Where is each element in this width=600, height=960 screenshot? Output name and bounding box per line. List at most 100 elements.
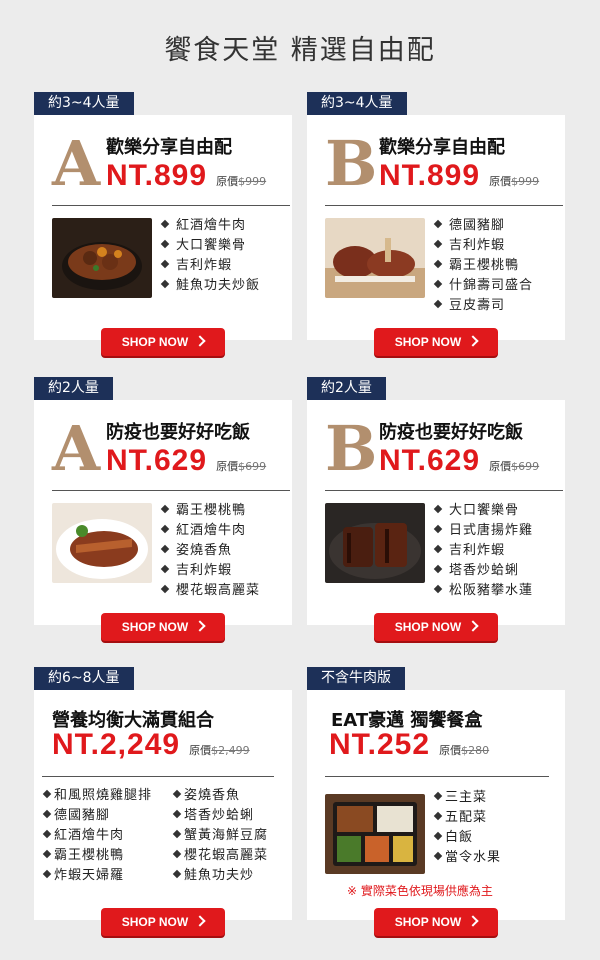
diamond-bullet-icon xyxy=(433,851,443,860)
diamond-bullet-icon xyxy=(160,279,170,288)
original-price: $2,499 xyxy=(211,744,250,757)
diamond-bullet-icon xyxy=(172,829,182,838)
menu-item-list: 三主菜 五配菜 白飯 當令水果 xyxy=(433,788,501,868)
chevron-right-icon xyxy=(194,335,206,347)
set-card-b-3-4: 約3~4人量 B 歡樂分享自由配 NT.899 原價$999 德國豬腳 吉利炸蝦… xyxy=(307,92,565,340)
menu-item: 什錦壽司盛合 xyxy=(433,276,533,296)
menu-item: 大口饗樂骨 xyxy=(160,236,260,256)
menu-item: 吉利炸蝦 xyxy=(433,541,533,561)
original-price-label: 原價 xyxy=(489,175,512,188)
menu-item-list: 德國豬腳 吉利炸蝦 霸王櫻桃鴨 什錦壽司盛合 豆皮壽司 xyxy=(433,216,533,316)
diamond-bullet-icon xyxy=(433,811,443,820)
divider xyxy=(52,490,290,491)
menu-item: 櫻花蝦高麗菜 xyxy=(160,581,260,601)
shop-now-button[interactable]: SHOP NOW xyxy=(101,908,225,936)
menu-item: 炸蝦天婦羅 xyxy=(42,866,152,886)
set-card-bento: 不含牛肉版 EAT豪邁 獨饗餐盒 NT.252 原價$280 三主菜 五配菜 白… xyxy=(307,667,565,920)
original-price: $280 xyxy=(461,744,490,757)
serving-tag: 約3~4人量 xyxy=(34,92,134,115)
original-price: $999 xyxy=(511,175,540,188)
menu-item: 紅酒燴牛肉 xyxy=(42,826,152,846)
diamond-bullet-icon xyxy=(172,849,182,858)
menu-item-list-left: 和風照燒雞腿排 德國豬腳 紅酒燴牛肉 霸王櫻桃鴨 炸蝦天婦羅 xyxy=(42,786,152,886)
menu-item: 紅酒燴牛肉 xyxy=(160,521,260,541)
diamond-bullet-icon xyxy=(42,789,52,798)
original-price-label: 原價 xyxy=(216,460,239,473)
shop-now-button[interactable]: SHOP NOW xyxy=(101,613,225,641)
price: NT.252 xyxy=(329,728,431,761)
set-card-b-2: 約2人量 B 防疫也要好好吃飯 NT.629 原價$699 大口饗樂骨 日式唐揚… xyxy=(307,377,565,625)
original-price-label: 原價 xyxy=(216,175,239,188)
original-price: $699 xyxy=(511,460,540,473)
original-price: $999 xyxy=(238,175,267,188)
menu-item: 塔香炒蛤蜊 xyxy=(433,561,533,581)
menu-item: 日式唐揚炸雞 xyxy=(433,521,533,541)
diamond-bullet-icon xyxy=(172,809,182,818)
menu-item: 吉利炸蝦 xyxy=(160,256,260,276)
menu-item: 當令水果 xyxy=(433,848,501,868)
set-card-a-2: 約2人量 A 防疫也要好好吃飯 NT.629 原價$699 霸王櫻桃鴨 紅酒燴牛… xyxy=(34,377,292,625)
shop-now-button[interactable]: SHOP NOW xyxy=(374,328,498,356)
menu-item: 吉利炸蝦 xyxy=(433,236,533,256)
diamond-bullet-icon xyxy=(42,869,52,878)
disclaimer-note: ※ 實際菜色依現場供應為主 xyxy=(347,884,493,898)
diamond-bullet-icon xyxy=(42,809,52,818)
divider xyxy=(325,205,563,206)
menu-item-list: 霸王櫻桃鴨 紅酒燴牛肉 姿燒香魚 吉利炸蝦 櫻花蝦高麗菜 xyxy=(160,501,260,601)
menu-item: 姿燒香魚 xyxy=(172,786,268,806)
menu-item: 三主菜 xyxy=(433,788,501,808)
diamond-bullet-icon xyxy=(172,789,182,798)
menu-item: 紅酒燴牛肉 xyxy=(160,216,260,236)
set-title: 防疫也要好好吃飯 xyxy=(379,422,523,443)
set-letter: A xyxy=(52,127,101,200)
price: NT.2,249 xyxy=(52,728,181,761)
page-title: 饗食天堂 精選自由配 xyxy=(164,35,436,66)
chevron-right-icon xyxy=(467,620,479,632)
diamond-bullet-icon xyxy=(160,219,170,228)
set-letter: B xyxy=(325,412,378,485)
cherry-duck-image xyxy=(52,503,152,583)
set-letter: B xyxy=(325,127,378,200)
menu-item: 櫻花蝦高麗菜 xyxy=(172,846,268,866)
diamond-bullet-icon xyxy=(433,564,443,573)
bento-box-image xyxy=(325,794,425,874)
menu-item: 霸王櫻桃鴨 xyxy=(160,501,260,521)
set-card-grand-slam: 約6~8人量 營養均衡大滿貫組合 NT.2,249 原價$2,499 和風照燒雞… xyxy=(34,667,292,920)
original-price-label: 原價 xyxy=(489,460,512,473)
menu-item: 德國豬腳 xyxy=(42,806,152,826)
set-title: 歡樂分享自由配 xyxy=(106,137,232,158)
ribs-image xyxy=(325,503,425,583)
diamond-bullet-icon xyxy=(160,504,170,513)
price-row: NT.899 原價$999 xyxy=(106,159,266,193)
menu-item: 鮭魚功夫炒 xyxy=(172,866,268,886)
diamond-bullet-icon xyxy=(160,544,170,553)
pork-knuckle-image xyxy=(325,218,425,298)
diamond-bullet-icon xyxy=(172,869,182,878)
menu-item: 松阪豬攀水蓮 xyxy=(433,581,533,601)
diamond-bullet-icon xyxy=(433,504,443,513)
diamond-bullet-icon xyxy=(160,564,170,573)
diamond-bullet-icon xyxy=(160,584,170,593)
price-row: NT.252 原價$280 xyxy=(329,728,489,762)
diamond-bullet-icon xyxy=(433,219,443,228)
diamond-bullet-icon xyxy=(160,259,170,268)
shop-now-button[interactable]: SHOP NOW xyxy=(374,613,498,641)
menu-item: 吉利炸蝦 xyxy=(160,561,260,581)
menu-item: 霸王櫻桃鴨 xyxy=(433,256,533,276)
diamond-bullet-icon xyxy=(433,791,443,800)
menu-item: 和風照燒雞腿排 xyxy=(42,786,152,806)
price-row: NT.899 原價$999 xyxy=(379,159,539,193)
diamond-bullet-icon xyxy=(160,239,170,248)
shop-now-button[interactable]: SHOP NOW xyxy=(374,908,498,936)
menu-item: 姿燒香魚 xyxy=(160,541,260,561)
chevron-right-icon xyxy=(467,915,479,927)
serving-tag: 約6~8人量 xyxy=(34,667,134,690)
serving-tag: 約2人量 xyxy=(34,377,113,400)
divider xyxy=(325,490,563,491)
price-row: NT.629 原價$699 xyxy=(106,444,266,478)
shop-now-button[interactable]: SHOP NOW xyxy=(101,328,225,356)
serving-tag: 約3~4人量 xyxy=(307,92,407,115)
menu-item-list: 紅酒燴牛肉 大口饗樂骨 吉利炸蝦 鮭魚功夫炒飯 xyxy=(160,216,260,296)
chevron-right-icon xyxy=(194,915,206,927)
price: NT.629 xyxy=(379,444,481,477)
